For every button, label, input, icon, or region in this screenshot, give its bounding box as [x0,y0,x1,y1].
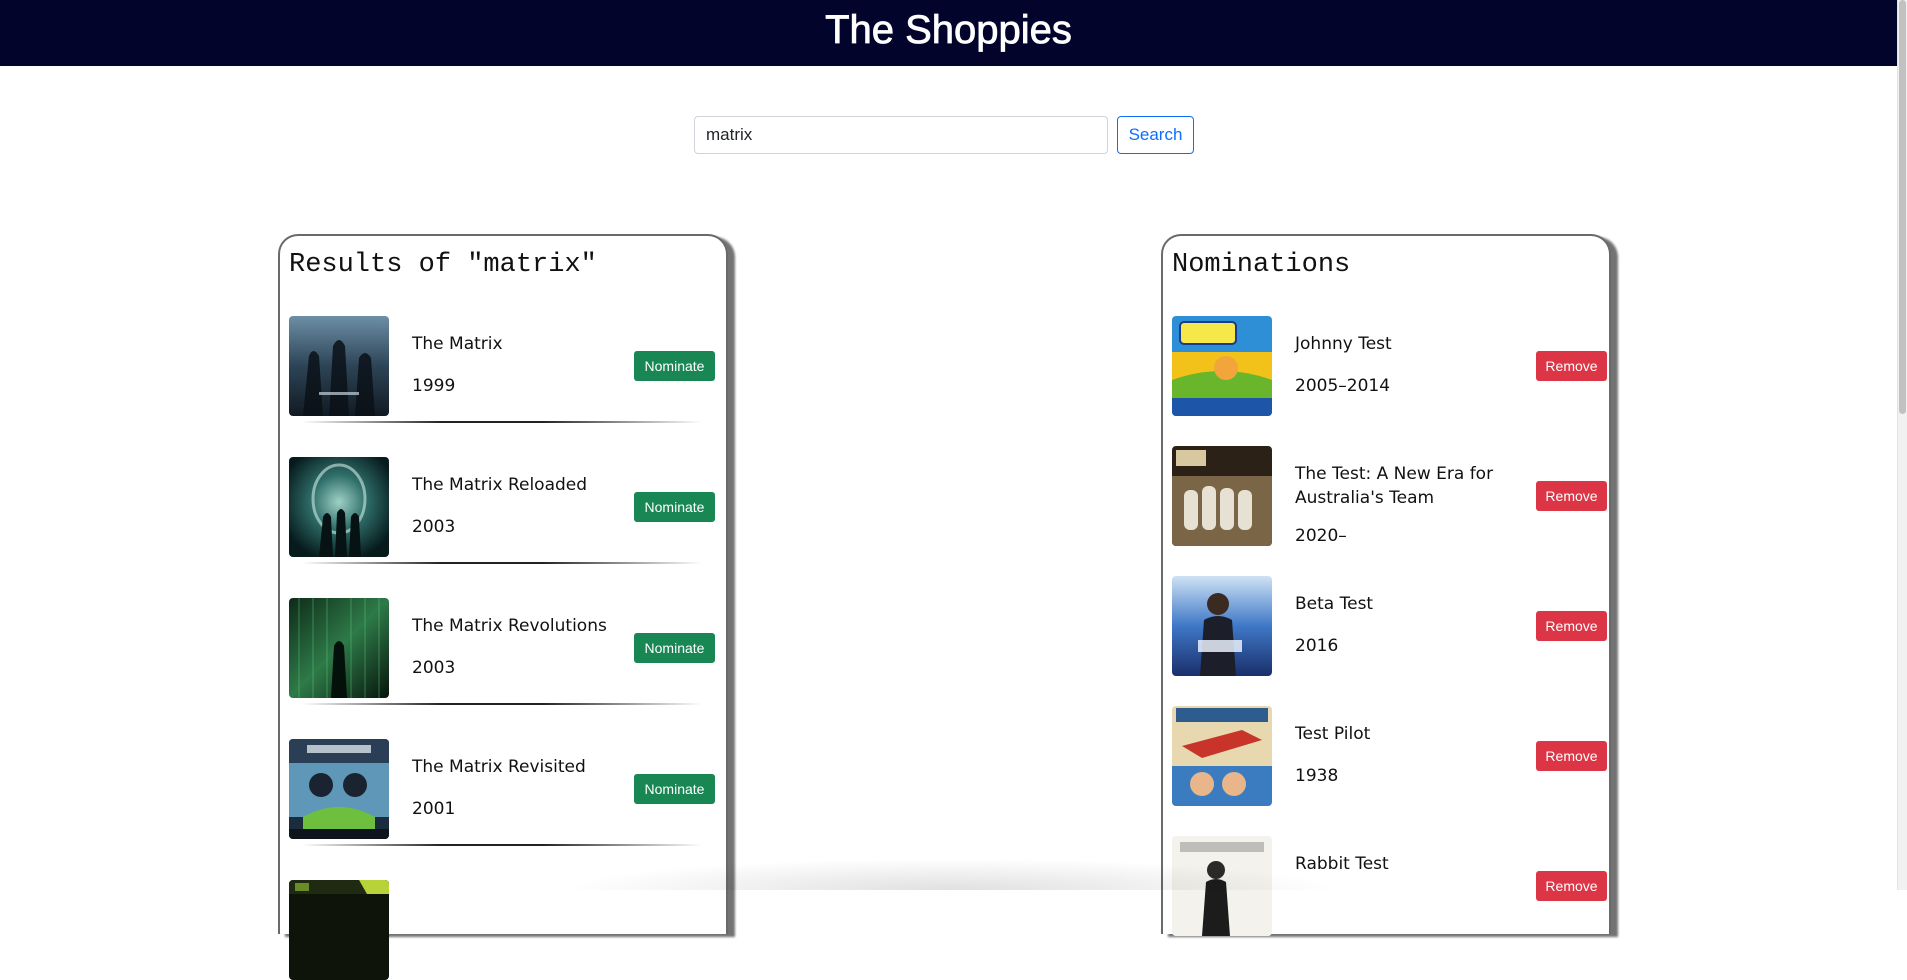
scrollbar-thumb[interactable] [1899,0,1906,414]
app-title: The Shoppies [825,8,1073,53]
movie-title: The Matrix [412,334,503,354]
remove-button[interactable]: Remove [1536,481,1607,511]
movie-title: The Matrix Revisited [412,757,586,777]
remove-button[interactable]: Remove [1536,611,1607,641]
divider [302,844,702,846]
remove-button[interactable]: Remove [1536,351,1607,381]
results-heading: Results of "matrix" [289,250,597,280]
show-title: Rabbit Test [1295,854,1389,874]
nominations-panel: Nominations Johnny Test 2005–2014 Remove [1161,234,1611,936]
show-poster [1172,576,1272,676]
app-header: The Shoppies [0,0,1897,66]
show-year: 2016 [1295,636,1339,656]
movie-poster [289,316,389,416]
divider [302,562,702,564]
movie-year: 1999 [412,376,456,396]
search-button[interactable]: Search [1117,116,1194,154]
search-input[interactable] [694,116,1108,154]
show-poster [1172,446,1272,546]
show-title: Test Pilot [1295,724,1371,744]
movie-title: The Matrix Reloaded [412,475,588,495]
show-title: The Test: A New Era for Australia's Team [1295,464,1494,508]
movie-year: 2003 [412,658,456,678]
show-poster [1172,316,1272,416]
nominate-button[interactable]: Nominate [634,633,715,663]
nominate-button[interactable]: Nominate [634,492,715,522]
divider [302,703,702,705]
nominations-heading: Nominations [1172,250,1351,280]
movie-poster [289,739,389,839]
movie-poster [289,598,389,698]
remove-button[interactable]: Remove [1536,871,1607,901]
show-year: 1938 [1295,766,1339,786]
remove-button[interactable]: Remove [1536,741,1607,771]
show-title: Johnny Test [1295,334,1392,354]
show-title: Beta Test [1295,594,1374,614]
movie-title: The Matrix Revolutions [412,616,607,636]
movie-poster [289,880,389,980]
show-poster [1172,836,1272,936]
movie-year: 2001 [412,799,456,819]
nominate-button[interactable]: Nominate [634,351,715,381]
movie-year: 2003 [412,517,456,537]
nominate-button[interactable]: Nominate [634,774,715,804]
results-panel: Results of "matrix" The Matrix 1999 Nomi… [278,234,728,980]
divider [302,421,702,423]
movie-poster [289,457,389,557]
show-poster [1172,706,1272,806]
show-year: 2020– [1295,526,1347,546]
show-year: 2005–2014 [1295,376,1391,396]
